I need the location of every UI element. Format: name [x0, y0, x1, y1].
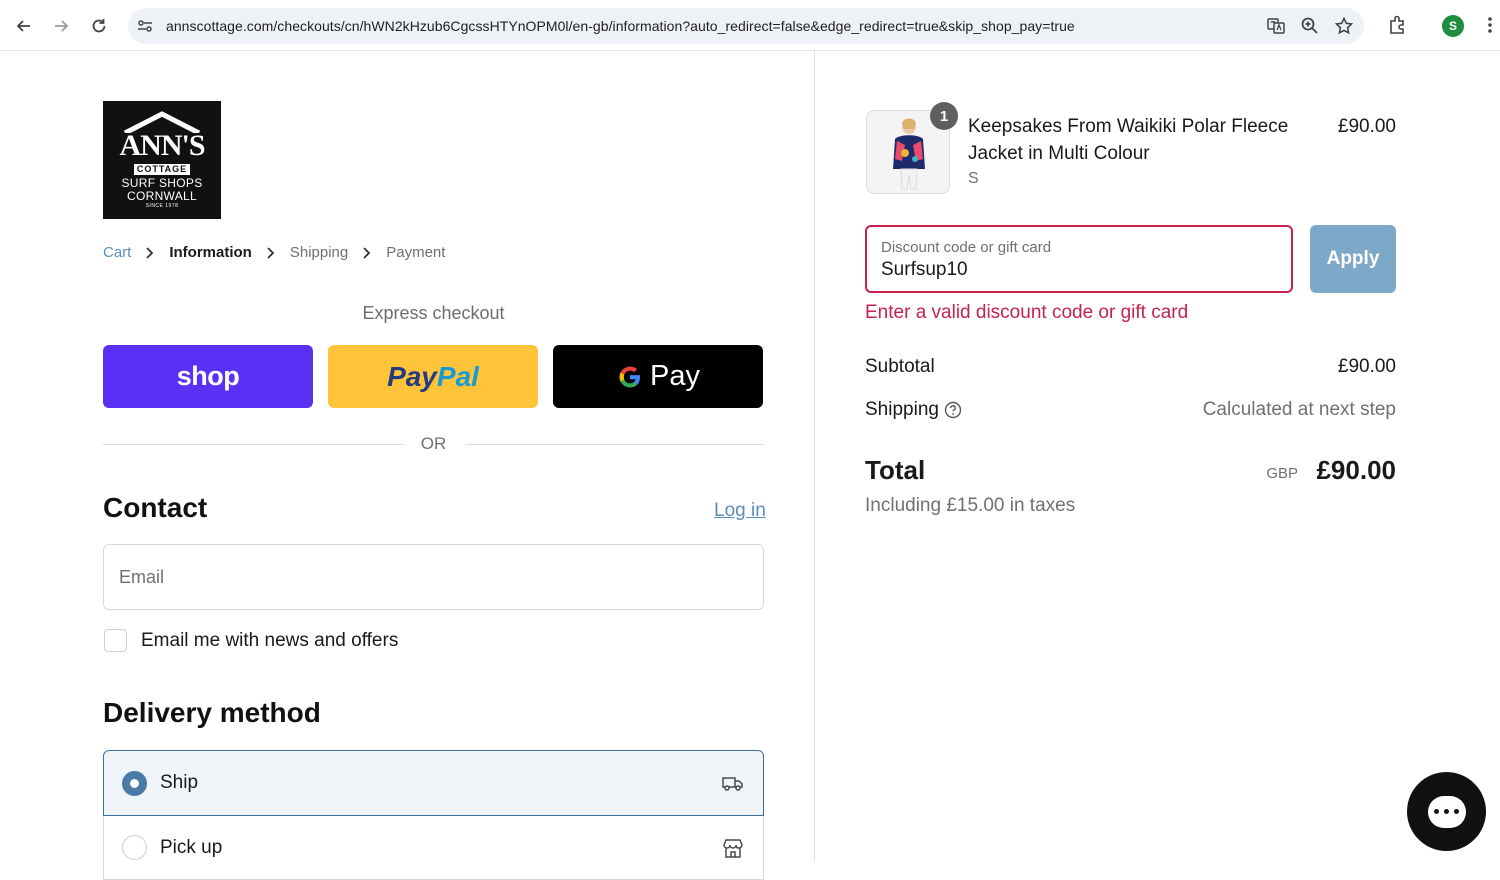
- forward-icon[interactable]: [48, 13, 74, 39]
- truck-icon: [722, 777, 743, 791]
- google-pay-label: Pay: [650, 360, 700, 392]
- pickup-radio[interactable]: [122, 835, 147, 860]
- chat-widget-button[interactable]: [1407, 772, 1486, 851]
- google-g-icon: [619, 366, 640, 387]
- tax-note: Including £15.00 in taxes: [865, 495, 1076, 516]
- ship-radio[interactable]: [122, 770, 147, 796]
- chevron-right-icon: [267, 246, 275, 259]
- breadcrumb-payment: Payment: [386, 244, 446, 261]
- delivery-heading: Delivery method: [103, 697, 321, 728]
- or-divider: OR: [103, 432, 764, 456]
- extensions-icon[interactable]: [1387, 14, 1409, 36]
- logo-since: SINCE 1978: [145, 203, 179, 209]
- shipping-label: Shipping: [865, 399, 939, 420]
- reload-icon[interactable]: [86, 13, 112, 39]
- google-pay-button[interactable]: Pay: [553, 345, 763, 408]
- breadcrumb-shipping: Shipping: [289, 244, 349, 261]
- newsletter-row[interactable]: Email me with news and offers: [104, 629, 398, 652]
- shipping-value: Calculated at next step: [1202, 399, 1396, 420]
- browser-menu-icon[interactable]: [1484, 14, 1496, 36]
- email-input[interactable]: [103, 544, 764, 610]
- paypal-label-pay: Pay: [387, 360, 437, 392]
- shop-pay-button[interactable]: shop: [103, 345, 313, 408]
- or-text: OR: [420, 434, 447, 453]
- paypal-label-pal: Pal: [436, 360, 479, 392]
- product-name: Keepsakes From Waikiki Polar Fleece Jack…: [968, 116, 1289, 164]
- chat-bubble-icon: [1427, 795, 1466, 828]
- checkout-form-panel: ANN'S COTTAGE SURF SHOPS CORNWALL SINCE …: [0, 51, 815, 880]
- discount-field[interactable]: Discount code or gift card: [865, 225, 1293, 293]
- newsletter-label[interactable]: Email me with news and offers: [141, 630, 398, 652]
- store-icon: [723, 838, 743, 858]
- product-price: £90.00: [1337, 116, 1396, 137]
- logo-brand: ANN'S: [119, 129, 205, 162]
- apply-button[interactable]: Apply: [1310, 225, 1396, 293]
- logo-tagline: SURF SHOPS CORNWALL: [121, 176, 203, 203]
- chevron-right-icon: [363, 246, 371, 259]
- back-icon[interactable]: [11, 13, 37, 39]
- pickup-label: Pick up: [160, 836, 223, 858]
- delivery-option-ship[interactable]: Ship: [103, 750, 764, 816]
- subtotal-label: Subtotal: [865, 356, 935, 377]
- discount-label: Discount code or gift card: [881, 239, 1052, 256]
- address-bar[interactable]: annscottage.com/checkouts/cn/hWN2kHzub6C…: [128, 8, 1364, 44]
- ship-label: Ship: [160, 772, 199, 793]
- shop-pay-label: shop: [176, 361, 240, 391]
- quantity-badge: 1: [930, 102, 958, 130]
- paypal-button[interactable]: Pay Pal: [328, 345, 538, 408]
- total-currency: GBP: [1266, 465, 1298, 482]
- url-text[interactable]: annscottage.com/checkouts/cn/hWN2kHzub6C…: [166, 18, 1075, 34]
- breadcrumb-information: Information: [169, 244, 252, 261]
- bookmark-star-icon[interactable]: [1334, 16, 1354, 36]
- order-summary-panel: 1 Keepsakes From Waikiki Polar Fleece Ja…: [815, 51, 1500, 861]
- store-logo[interactable]: ANN'S COTTAGE SURF SHOPS CORNWALL SINCE …: [103, 101, 221, 219]
- delivery-option-pickup[interactable]: Pick up: [103, 816, 764, 880]
- login-link[interactable]: Log in: [714, 500, 766, 522]
- breadcrumb: Cart Information Shipping Payment: [103, 244, 445, 261]
- total-value: £90.00: [1316, 455, 1396, 485]
- chevron-right-icon: [146, 246, 154, 259]
- browser-toolbar: annscottage.com/checkouts/cn/hWN2kHzub6C…: [0, 0, 1500, 51]
- zoom-icon[interactable]: [1300, 16, 1320, 36]
- help-circle-icon[interactable]: [944, 401, 962, 419]
- breadcrumb-cart[interactable]: Cart: [103, 244, 131, 261]
- express-checkout-title: Express checkout: [362, 303, 505, 323]
- subtotal-value: £90.00: [1337, 356, 1396, 377]
- translate-icon[interactable]: [1266, 16, 1286, 36]
- site-settings-icon[interactable]: [136, 17, 154, 35]
- newsletter-checkbox[interactable]: [104, 629, 127, 652]
- profile-avatar[interactable]: S: [1442, 15, 1464, 37]
- discount-error: Enter a valid discount code or gift card: [865, 302, 1189, 323]
- logo-cottage: COTTAGE: [134, 164, 190, 175]
- total-label: Total: [865, 455, 926, 485]
- product-variant: S: [968, 170, 979, 187]
- discount-input[interactable]: [881, 259, 1261, 281]
- contact-heading: Contact: [103, 492, 208, 523]
